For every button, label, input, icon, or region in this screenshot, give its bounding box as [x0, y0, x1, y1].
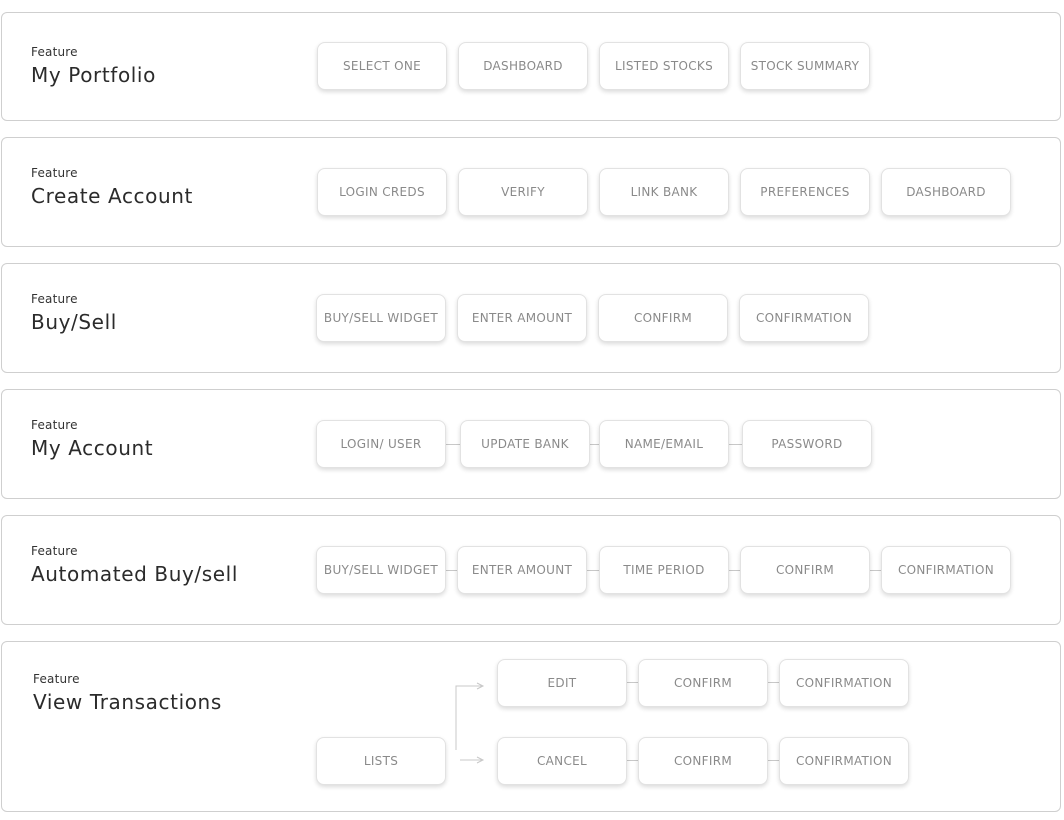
step-confirm[interactable]: CONFIRM [638, 659, 768, 707]
step-cancel[interactable]: CANCEL [497, 737, 627, 785]
step-confirmation[interactable]: CONFIRMATION [779, 737, 909, 785]
step-confirmation[interactable]: CONFIRMATION [779, 659, 909, 707]
step-lists[interactable]: LISTS [316, 737, 446, 785]
step-confirm[interactable]: CONFIRM [638, 737, 768, 785]
step-edit[interactable]: EDIT [497, 659, 627, 707]
